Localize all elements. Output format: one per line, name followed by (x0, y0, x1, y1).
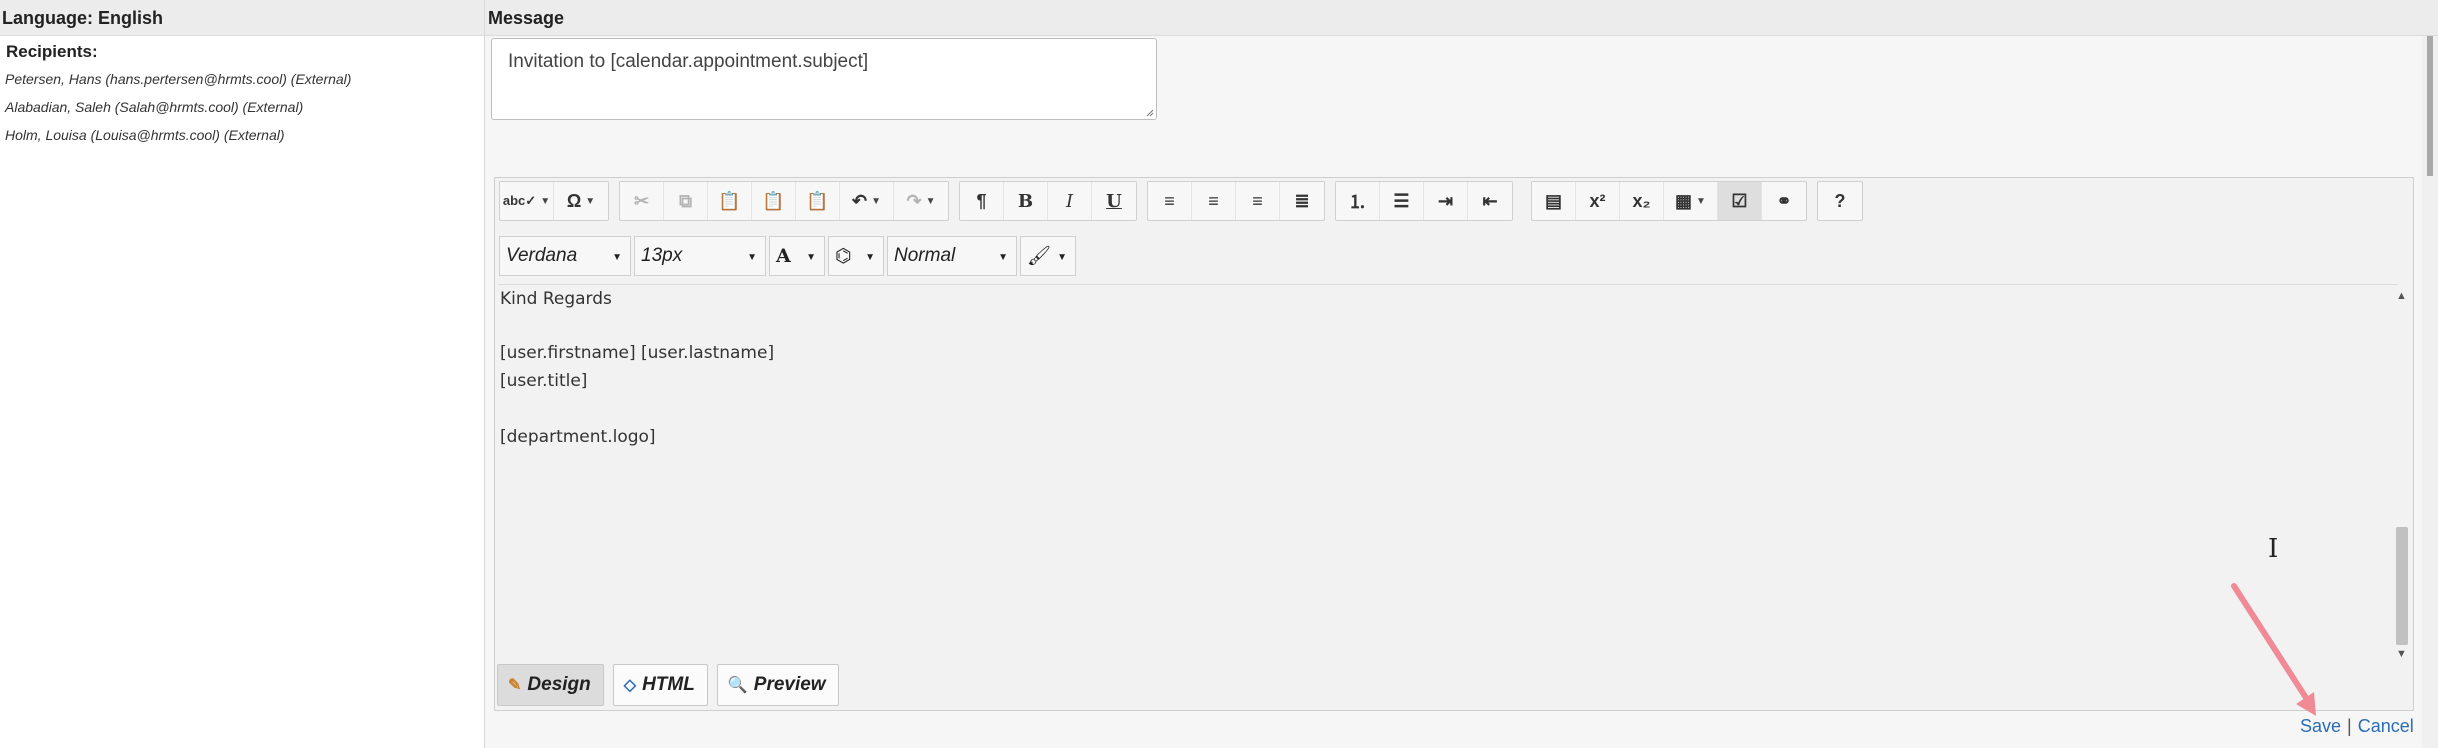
save-link[interactable]: Save (2300, 716, 2341, 736)
format-painter-select[interactable]: 🖌 ▼ (1020, 236, 1076, 276)
chevron-down-icon: ▼ (612, 252, 622, 263)
table-icon[interactable]: ▦ ▼ (1664, 182, 1718, 220)
subscript-icon[interactable]: x₂ (1620, 182, 1664, 220)
undo-icon[interactable]: ↶ ▼ (840, 182, 894, 220)
recipients-title: Recipients: (6, 42, 98, 61)
toolbar-group-format: ¶ B I U (959, 181, 1137, 221)
spellcheck-icon[interactable]: abc✓ ▼ (500, 182, 554, 220)
paste-text-icon[interactable]: 📋 (752, 182, 796, 220)
background-color-select[interactable]: ⌬ ▼ (828, 236, 884, 276)
ordered-list-icon[interactable]: ⒈ (1336, 182, 1380, 220)
underline-icon[interactable]: U (1092, 182, 1136, 220)
editor-content-area[interactable]: Kind Regards [user.firstname] [user.last… (498, 284, 2398, 662)
action-separator: | (2347, 716, 2352, 736)
page-scrollbar[interactable] (2422, 36, 2438, 748)
omega-icon[interactable]: Ω ▼ (554, 182, 608, 220)
page-scrollbar-thumb[interactable] (2427, 36, 2433, 176)
paragraph-style-select[interactable]: Normal ▼ (887, 236, 1017, 276)
font-size-value: 13px (641, 245, 683, 266)
help-icon[interactable]: ? (1818, 182, 1862, 220)
align-right-icon[interactable]: ≡ (1236, 182, 1280, 220)
toolbar-group-help: ? (1817, 181, 1863, 221)
bullet-list-icon[interactable]: ☰ (1380, 182, 1424, 220)
font-family-value: Verdana (506, 245, 578, 266)
resize-grip-icon[interactable] (1144, 107, 1154, 117)
align-center-icon[interactable]: ≡ (1192, 182, 1236, 220)
format-blocks-icon[interactable]: ☑ (1718, 182, 1762, 220)
chevron-down-icon: ▼ (865, 252, 875, 263)
text-cursor-icon: I (2268, 534, 2279, 564)
chevron-down-icon: ▼ (747, 252, 757, 263)
toolbar-group-tools: abc✓ ▼ Ω ▼ (499, 181, 609, 221)
pencil-icon: ✎ (508, 677, 522, 694)
toolbar-group-align: ≡ ≡ ≡ ≣ (1147, 181, 1325, 221)
paragraph-icon[interactable]: ¶ (960, 182, 1004, 220)
insert-link-icon[interactable]: ⚭ (1762, 182, 1806, 220)
paste-icon[interactable]: 📋 (708, 182, 752, 220)
align-left-icon[interactable]: ≡ (1148, 182, 1192, 220)
toolbar-group-lists: ⒈ ☰ ⇥ ⇤ (1335, 181, 1513, 221)
justify-icon[interactable]: ≣ (1280, 182, 1324, 220)
chevron-down-icon: ▼ (998, 252, 1008, 263)
recipient-item: Alabadian, Saleh (Salah@hrmts.cool) (Ext… (5, 99, 304, 115)
bold-icon[interactable]: B (1004, 182, 1048, 220)
paragraph-style-value: Normal (894, 245, 956, 266)
content-line: [department.logo] (500, 427, 656, 447)
toolbar-group-insert: ▤ x² x₂ ▦ ▼ ☑ ⚭ (1531, 181, 1807, 221)
chevron-down-icon: ▼ (806, 252, 816, 263)
scrollbar-thumb[interactable] (2396, 527, 2408, 645)
chevron-down-icon: ▼ (1057, 252, 1067, 263)
font-color-select[interactable]: A ▼ (769, 236, 825, 276)
language-label: Language: English (2, 8, 164, 28)
recipient-item: Petersen, Hans (hans.pertersen@hrmts.coo… (5, 71, 352, 87)
content-line: [user.title] (500, 371, 588, 391)
tab-preview-label: Preview (753, 674, 826, 695)
format-painter-icon: 🖌 (1027, 246, 1052, 267)
font-size-select[interactable]: 13px ▼ (634, 236, 766, 276)
tab-preview[interactable]: 🔍 Preview (716, 664, 839, 706)
editor-toolbar-row-1: abc✓ ▼ Ω ▼ ✂ ⧉ 📋 📋 📋 ↶ ▼ ↷ ▼ ¶ B I U ≡ ≡ ≡ ≣… (499, 181, 1873, 221)
annotation-arrow-icon (2231, 583, 2316, 716)
tab-html-label: HTML (642, 674, 695, 695)
horizontal-rule-icon[interactable]: ▤ (1532, 182, 1576, 220)
recipient-item: Holm, Louisa (Louisa@hrmts.cool) (Extern… (5, 127, 285, 143)
code-icon: ◇ (623, 677, 637, 694)
outdent-icon[interactable]: ⇤ (1468, 182, 1512, 220)
message-label: Message (488, 8, 565, 28)
scroll-down-icon[interactable]: ▼ (2396, 648, 2407, 660)
toolbar-group-clipboard: ✂ ⧉ 📋 📋 📋 ↶ ▼ ↷ ▼ (619, 181, 949, 221)
editor-scrollbar[interactable]: ▲ ▼ (2392, 284, 2410, 662)
content-line: [user.firstname] [user.lastname] (500, 343, 775, 363)
highlight-icon: ⌬ (835, 245, 852, 267)
tab-html[interactable]: ◇ HTML (612, 664, 708, 706)
content-line: Kind Regards (500, 289, 612, 309)
editor-mode-tabs: ✎ Design ◇ HTML 🔍 Preview (497, 664, 848, 706)
paste-word-icon[interactable]: 📋 (796, 182, 840, 220)
form-actions: Save | Cancel (2300, 716, 2414, 737)
font-color-icon: A (776, 245, 791, 267)
editor-toolbar-row-2: Verdana ▼ 13px ▼ A ▼ ⌬ ▼ Normal ▼ 🖌 ▼ (499, 236, 1079, 276)
magnifier-icon: 🔍 (727, 677, 748, 694)
header-bar: Language: English Message (0, 0, 2438, 36)
copy-icon[interactable]: ⧉ (664, 182, 708, 220)
superscript-icon[interactable]: x² (1576, 182, 1620, 220)
tab-design[interactable]: ✎ Design (497, 664, 604, 706)
subject-textarea[interactable]: Invitation to [calendar.appointment.subj… (491, 38, 1157, 120)
tab-design-label: Design (527, 674, 591, 695)
italic-icon[interactable]: I (1048, 182, 1092, 220)
subject-value: Invitation to [calendar.appointment.subj… (508, 51, 869, 72)
cancel-link[interactable]: Cancel (2358, 716, 2414, 736)
font-family-select[interactable]: Verdana ▼ (499, 236, 631, 276)
indent-icon[interactable]: ⇥ (1424, 182, 1468, 220)
cut-icon[interactable]: ✂ (620, 182, 664, 220)
redo-icon[interactable]: ↷ ▼ (894, 182, 948, 220)
scroll-up-icon[interactable]: ▲ (2396, 290, 2407, 302)
column-divider (484, 0, 485, 748)
